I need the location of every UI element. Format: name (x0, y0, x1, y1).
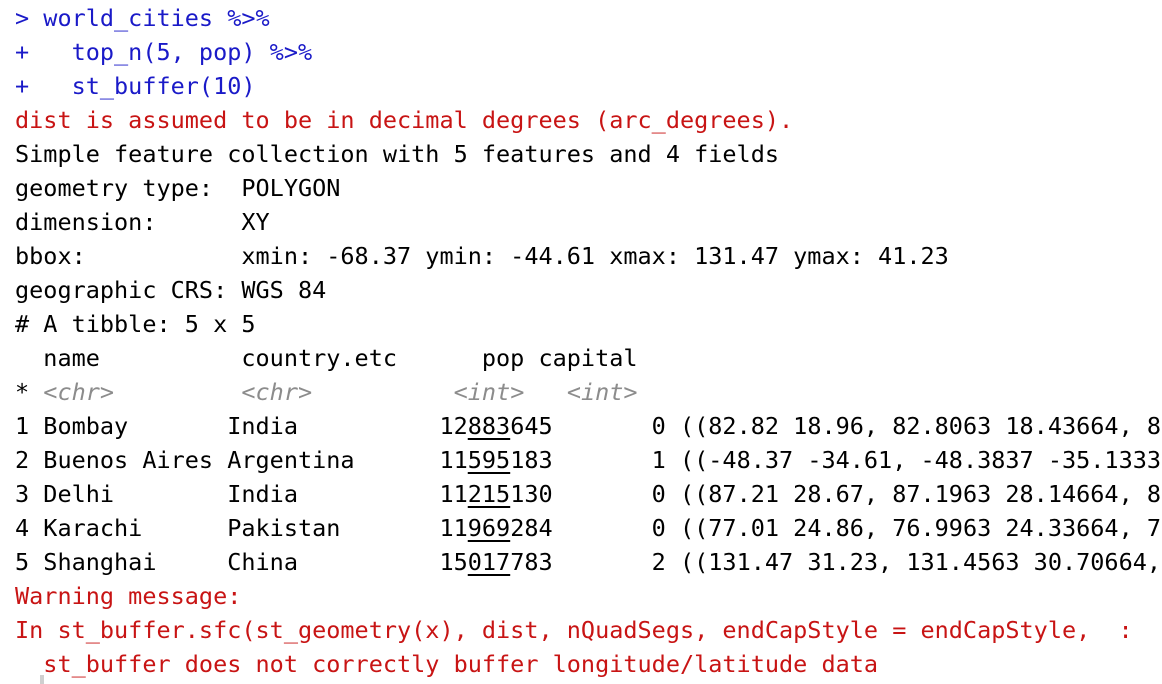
dimension-line: dimension: XY (15, 208, 270, 236)
geometry-type-line: geometry type: POLYGON (15, 174, 341, 202)
capital-type-label: <int> (566, 378, 638, 406)
table-row: 5 Shanghai China 15017783 2 ((131.47 31.… (15, 545, 1162, 579)
table-row: 4 Karachi Pakistan 11969284 0 ((77.01 24… (15, 511, 1162, 545)
command-line-2: + top_n(5, pop) %>% (15, 38, 313, 66)
type-gap (524, 378, 566, 406)
type-gap (114, 378, 241, 406)
country-type-label: <chr> (241, 378, 313, 406)
tibble-header-line: # A tibble: 5 x 5 (15, 310, 256, 338)
dist-note-message: dist is assumed to be in decimal degrees… (15, 106, 794, 134)
crs-line: geographic CRS: WGS 84 (15, 276, 327, 304)
warning-line-1: In st_buffer.sfc(st_geometry(x), dist, n… (15, 616, 1133, 644)
row-text: 2 Buenos Aires Argentina 11 (15, 446, 468, 474)
table-column-header: name country.etc pop capital (15, 344, 638, 372)
pop-thousands-digits: 969 (467, 514, 511, 542)
console-cursor (40, 675, 44, 684)
row-text: 645 0 ((82.82 18.96, 82.8063 18.43664, 8… (510, 412, 1162, 440)
row-text: 1 Bombay India 12 (15, 412, 468, 440)
pop-thousands-digits: 883 (467, 412, 511, 440)
type-gap (312, 378, 453, 406)
name-type-label: <chr> (43, 378, 115, 406)
row-text: 284 0 ((77.01 24.86, 76.9963 24.33664, 7… (510, 514, 1162, 542)
warning-title: Warning message: (15, 582, 242, 610)
table-row: 3 Delhi India 11215130 0 ((87.21 28.67, … (15, 477, 1162, 511)
sf-collection-summary: Simple feature collection with 5 feature… (15, 140, 780, 168)
r-console[interactable]: > world_cities %>% + top_n(5, pop) %>% +… (0, 0, 1162, 684)
bbox-line: bbox: xmin: -68.37 ymin: -44.61 xmax: 13… (15, 242, 949, 270)
command-line-1: > world_cities %>% (15, 4, 270, 32)
pop-type-label: <int> (453, 378, 525, 406)
row-text: 5 Shanghai China 15 (15, 548, 468, 576)
row-text: 783 2 ((131.47 31.23, 131.4563 30.70664,… (510, 548, 1162, 576)
pop-thousands-digits: 595 (467, 446, 511, 474)
table-row: 1 Bombay India 12883645 0 ((82.82 18.96,… (15, 409, 1162, 443)
table-row: 2 Buenos Aires Argentina 11595183 1 ((-4… (15, 443, 1162, 477)
type-row-star: * (15, 378, 44, 406)
row-text: 130 0 ((87.21 28.67, 87.1963 28.14664, 8… (510, 480, 1162, 508)
row-text: 183 1 ((-48.37 -34.61, -48.3837 -35.1333… (510, 446, 1162, 474)
command-line-3: + st_buffer(10) (15, 72, 256, 100)
row-text: 4 Karachi Pakistan 11 (15, 514, 468, 542)
pop-thousands-digits: 215 (467, 480, 511, 508)
table-type-row: * <chr> <chr> <int> <int> (15, 375, 638, 409)
row-text: 3 Delhi India 11 (15, 480, 468, 508)
pop-thousands-digits: 017 (467, 548, 511, 576)
warning-line-2: st_buffer does not correctly buffer long… (15, 650, 879, 678)
